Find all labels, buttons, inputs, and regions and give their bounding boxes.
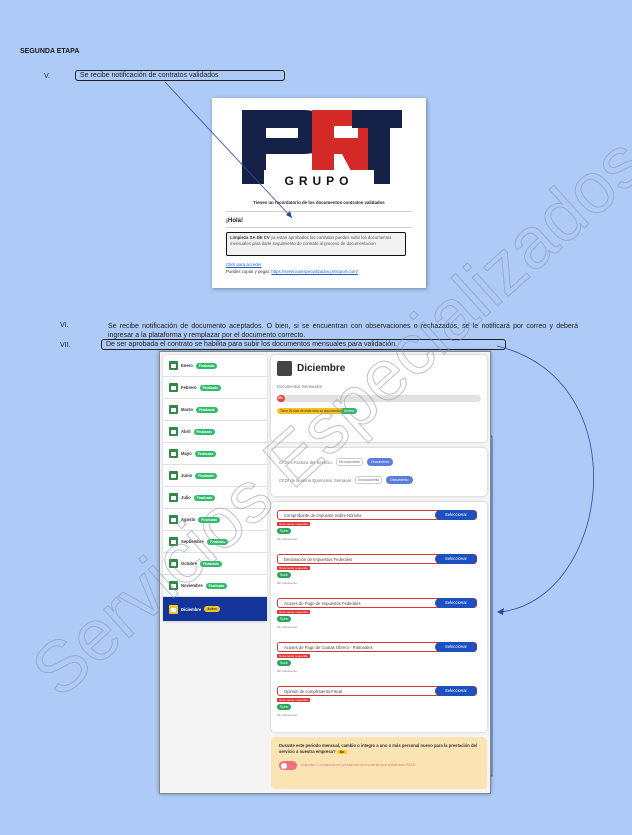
upload-button[interactable]: Subir xyxy=(277,616,292,622)
progress-bar: 0% xyxy=(277,395,481,402)
select-button[interactable]: Seleccionar xyxy=(435,598,477,608)
upload-button[interactable]: Subir xyxy=(277,704,292,710)
month-name: Noviembre xyxy=(181,583,203,588)
month-item-agosto[interactable]: Agosto Finalizado xyxy=(163,509,267,531)
calendar-icon xyxy=(169,559,178,568)
month-name: Enero xyxy=(181,363,193,368)
document-button[interactable]: Documento xyxy=(386,476,413,484)
month-item-diciembre[interactable]: Diciembre Activo xyxy=(163,597,267,622)
calendar-icon xyxy=(169,427,178,436)
calendar-icon xyxy=(169,449,178,458)
documents-card: Comprobante de Impuesto Sobre Nómina Sel… xyxy=(271,502,487,732)
status-badge: Finalizado xyxy=(195,472,217,479)
month-item-julio[interactable]: Julio Finalizado xyxy=(163,487,267,509)
calendar-icon xyxy=(169,493,178,502)
select-button[interactable]: Seleccionar xyxy=(435,686,477,696)
status-badge: Finalizado xyxy=(195,362,218,369)
required-badge: Documento requerido xyxy=(277,610,310,614)
required-badge: Documento requerido xyxy=(277,654,310,658)
no-document-text: Sin documento xyxy=(277,625,298,629)
month-name: Octubre xyxy=(181,561,198,566)
status-badge: Finalizado xyxy=(194,450,217,457)
month-name: Mayo xyxy=(181,451,192,456)
month-item-mayo[interactable]: Mayo Finalizado xyxy=(163,443,267,465)
month-sidebar: Enero Finalizado Febrero Finalizado Marzo F… xyxy=(163,355,267,622)
calendar-icon xyxy=(169,383,178,392)
progress-label: 0% xyxy=(278,396,283,400)
calendar-icon xyxy=(169,581,178,590)
month-name: Septiembre xyxy=(181,539,204,544)
no-document-text: Sin documento xyxy=(277,713,298,717)
cfdi-row: CFDI de Nomina Quincenal, Semanal Sin doc… xyxy=(279,476,413,484)
required-badge: Documento requerido xyxy=(277,566,310,570)
question-label: Durante este periodo mensual, cambio o i… xyxy=(279,743,478,754)
month-name: Agosto xyxy=(181,517,196,522)
month-title: Diciembre xyxy=(297,363,346,374)
month-header-card: Diciembre Documentos mensuales 0% Tiene … xyxy=(271,355,487,442)
upload-button[interactable]: Subir xyxy=(277,572,292,578)
cfdi-card: CFDI o Factura del Servicio Sin documento… xyxy=(271,448,487,496)
status-badge: Finalizado xyxy=(200,560,222,567)
status-badge: Finalizado xyxy=(199,384,222,391)
calendar-icon xyxy=(169,604,178,614)
month-item-octubre[interactable]: Octubre Finalizado xyxy=(163,553,267,575)
month-name: Febrero xyxy=(181,385,197,390)
upload-button[interactable]: Subir xyxy=(277,660,292,666)
required-badge: Documento requerido xyxy=(277,522,310,526)
calendar-icon xyxy=(169,515,178,524)
status-badge: Abierta xyxy=(341,408,358,414)
select-button[interactable]: Seleccionar xyxy=(435,510,477,520)
month-item-junio[interactable]: Junio Finalizado xyxy=(163,465,267,487)
calendar-icon xyxy=(169,537,178,546)
select-button[interactable]: Seleccionar xyxy=(435,554,477,564)
required-badge: Documento requerido xyxy=(277,698,310,702)
status-badge: Activo xyxy=(204,606,220,612)
month-subtitle: Documentos mensuales xyxy=(277,384,322,389)
status-badge: Finalizado xyxy=(193,494,216,501)
status-badge: Finalizado xyxy=(196,406,218,413)
calendar-add-icon xyxy=(277,361,292,376)
no-document-text: Sin documento xyxy=(277,581,298,585)
cfdi-row: CFDI o Factura del Servicio Sin documento… xyxy=(279,458,394,466)
no-document-text: Sin documento xyxy=(277,669,298,673)
month-item-marzo[interactable]: Marzo Finalizado xyxy=(163,399,267,421)
status-badge: Finalizado xyxy=(193,428,216,435)
status-badge: Finalizado xyxy=(205,582,228,589)
days-warning-badge: Tiene 26 días de estar todo su documenta… xyxy=(277,408,349,414)
no-document-text: Sin documento xyxy=(277,537,298,541)
new-staff-question: Durante este periodo mensual, cambio o i… xyxy=(271,737,487,789)
month-item-noviembre[interactable]: Noviembre Finalizado xyxy=(163,575,267,597)
calendar-icon xyxy=(169,405,178,414)
no-document-badge: Sin documento xyxy=(335,458,364,466)
month-item-febrero[interactable]: Febrero Finalizado xyxy=(163,377,267,399)
answer-badge: No xyxy=(336,749,347,754)
month-item-enero[interactable]: Enero Finalizado xyxy=(163,355,267,377)
status-badge: Finalizado xyxy=(198,516,221,523)
month-name: Junio xyxy=(181,473,193,478)
month-item-septiembre[interactable]: Septiembre Finalizado xyxy=(163,531,267,553)
select-button[interactable]: Seleccionar xyxy=(435,642,477,652)
status-badge: Finalizado xyxy=(206,538,229,545)
document-button[interactable]: Documento xyxy=(367,458,394,466)
calendar-icon xyxy=(169,471,178,480)
month-item-abril[interactable]: Abril Finalizado xyxy=(163,421,267,443)
no-document-badge: Sin documento xyxy=(354,476,383,484)
question-text: Durante este periodo mensual, cambio o i… xyxy=(279,743,479,755)
toggle-label: Adjuntar Constancia de prestación de mov… xyxy=(301,763,416,767)
cfdi-label: CFDI de Nomina Quincenal, Semanal xyxy=(279,477,351,483)
calendar-icon xyxy=(169,361,178,370)
month-name: Diciembre xyxy=(181,606,202,612)
cfdi-label: CFDI o Factura del Servicio xyxy=(279,459,332,465)
attach-toggle[interactable] xyxy=(279,761,297,770)
portal-screenshot: Enero Finalizado Febrero Finalizado Marzo F… xyxy=(159,351,491,794)
month-name: Abril xyxy=(181,429,191,434)
month-name: Marzo xyxy=(181,407,194,412)
month-name: Julio xyxy=(181,495,191,500)
upload-button[interactable]: Subir xyxy=(277,528,292,534)
